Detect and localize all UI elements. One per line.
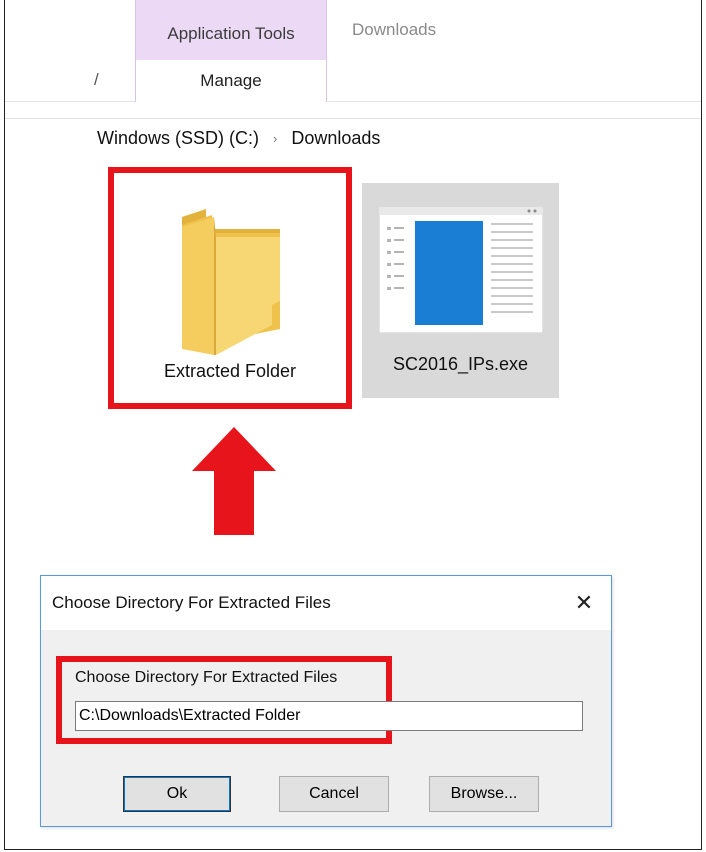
file-name-label: SC2016_IPs.exe: [392, 354, 529, 374]
file-item-extracted-folder[interactable]: Extracted Folder: [108, 167, 352, 409]
application-exe-icon: [379, 207, 543, 333]
breadcrumb-item-drive[interactable]: Windows (SSD) (C:): [97, 128, 259, 149]
application-tools-label: Application Tools: [167, 24, 295, 43]
close-icon[interactable]: ✕: [565, 584, 603, 622]
application-tools-context-tab[interactable]: Application Tools: [135, 0, 327, 60]
dialog-title: Choose Directory For Extracted Files: [52, 593, 331, 612]
choose-directory-dialog: Choose Directory For Extracted Files ✕ C…: [40, 575, 612, 827]
breadcrumb: Windows (SSD) (C:) › Downloads: [5, 118, 701, 158]
tab-manage[interactable]: Manage: [135, 60, 327, 102]
ribbon-tab-fragment[interactable]: /: [94, 70, 99, 90]
directory-field-label: Choose Directory For Extracted Files: [75, 669, 338, 686]
cancel-button[interactable]: Cancel: [279, 776, 389, 812]
breadcrumb-separator-icon[interactable]: ›: [273, 131, 277, 146]
ribbon-tab-row: [5, 60, 701, 102]
directory-path-input[interactable]: [75, 701, 583, 731]
breadcrumb-item-downloads[interactable]: Downloads: [291, 128, 380, 149]
dialog-titlebar[interactable]: Choose Directory For Extracted Files ✕: [41, 576, 611, 630]
ok-button[interactable]: Ok: [123, 776, 231, 812]
browse-button[interactable]: Browse...: [429, 776, 539, 812]
red-up-arrow-icon: [192, 427, 276, 535]
file-item-sc2016-exe[interactable]: SC2016_IPs.exe: [362, 183, 559, 398]
folder-icon: [182, 209, 280, 355]
file-name-label: Extracted Folder: [163, 361, 297, 381]
ribbon-downloads-title: Downloads: [352, 20, 437, 39]
